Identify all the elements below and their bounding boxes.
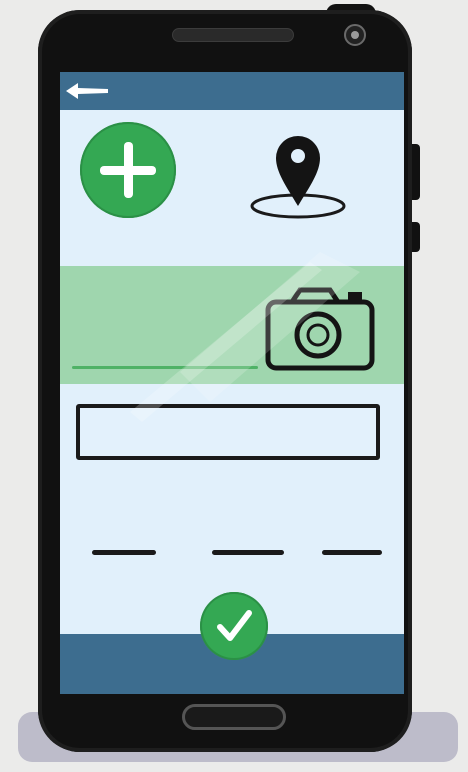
map-pin-icon [250, 136, 346, 219]
photo-section-underline [72, 366, 258, 369]
earpiece-speaker [172, 28, 294, 42]
placeholder-dash-2 [212, 550, 284, 555]
checkmark-icon [217, 610, 252, 641]
camera-icon [265, 287, 375, 371]
placeholder-dash-1 [92, 550, 156, 555]
app-bar [60, 72, 404, 110]
home-button[interactable] [182, 704, 286, 730]
phone-screen [60, 72, 404, 694]
back-button[interactable] [64, 80, 110, 102]
text-input[interactable] [76, 404, 380, 460]
camera-button[interactable] [264, 284, 378, 374]
location-button[interactable] [246, 128, 350, 224]
add-button[interactable] [80, 122, 176, 218]
front-camera-icon [344, 24, 366, 46]
confirm-button[interactable] [200, 592, 268, 660]
illustration-canvas [0, 0, 468, 772]
arrow-left-icon [66, 83, 108, 99]
placeholder-dash-3 [322, 550, 382, 555]
plus-icon [80, 122, 81, 123]
